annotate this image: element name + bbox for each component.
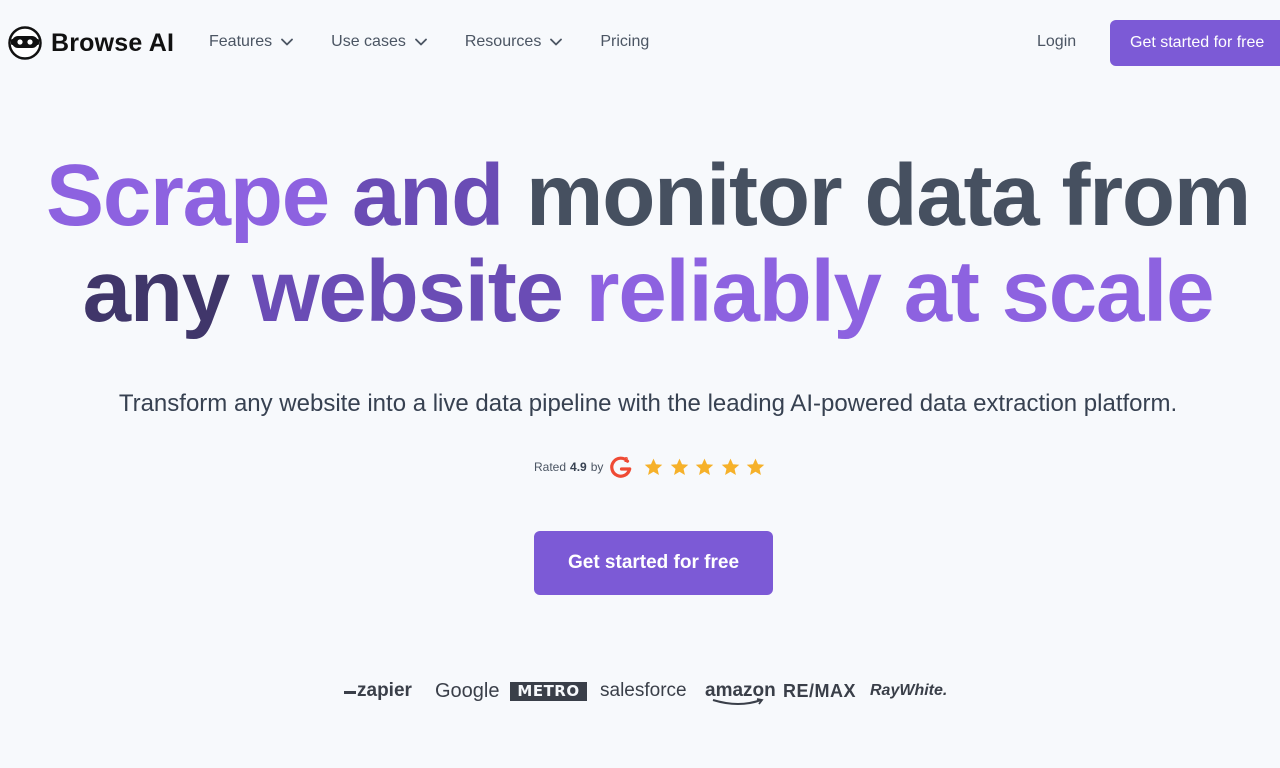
google-logo: Google [435, 680, 500, 702]
chevron-down-icon [281, 38, 294, 46]
login-link[interactable]: Login [1037, 33, 1076, 51]
nav-item-features[interactable]: Features [209, 33, 294, 51]
headline-word: any [82, 243, 231, 340]
rating-suffix: by [590, 460, 604, 474]
star-icon [670, 458, 689, 475]
rating-prefix: Rated [534, 460, 567, 474]
nav-item-resources[interactable]: Resources [464, 33, 563, 51]
nav-links: Features Use cases Resources Pricing [209, 33, 687, 51]
star-icon [696, 458, 714, 475]
brand-logo[interactable]: Browse AI [8, 26, 174, 60]
chevron-down-icon [414, 38, 427, 46]
star-icon [721, 458, 740, 475]
nav-item-use-cases[interactable]: Use cases [331, 33, 427, 51]
nav-item-label: Use cases [331, 33, 406, 50]
nav-item-pricing[interactable]: Pricing [600, 33, 649, 51]
salesforce-logo: salesforce [600, 680, 687, 701]
brand-name: Browse AI [51, 28, 175, 57]
remax-logo: RE/MAX [783, 681, 857, 701]
nav-item-label: Features [209, 33, 273, 50]
top-navigation: Browse AI Features Use cases Resources P… [0, 0, 1280, 86]
nav-item-label: Resources [464, 33, 542, 50]
amazon-smile-icon [712, 698, 764, 705]
headline-word: website [251, 243, 564, 340]
headline-word: monitor data from [526, 147, 1251, 244]
star-icon [645, 458, 663, 475]
zapier-logo: zapier [344, 676, 412, 706]
rating-badge: Rated 4.9 by 2 [534, 452, 771, 482]
nav-item-label: Pricing [600, 33, 650, 50]
headline-word: and [351, 147, 504, 244]
rating-stars [643, 457, 771, 478]
headline-word: reliably at scale [585, 243, 1215, 340]
nav-get-started-button[interactable]: Get started for free [1110, 20, 1280, 66]
rating-score: 4.9 [570, 460, 587, 474]
headline-line-2: any website reliably at scale [0, 244, 1280, 340]
star-icon [747, 458, 765, 475]
robot-logo-icon [8, 26, 42, 60]
g2-logo-icon: 2 [610, 456, 632, 478]
metro-logo: METRO [510, 682, 587, 701]
chevron-down-icon [550, 38, 563, 46]
svg-text:2: 2 [625, 457, 629, 464]
hero-subtitle: Transform any website into a live data p… [118, 390, 1178, 417]
headline-word: Scrape [46, 147, 330, 244]
hero-headline: Scrape and monitor data from any website… [0, 148, 1280, 340]
hero-get-started-button[interactable]: Get started for free [534, 531, 773, 595]
amazon-logo: amazon [705, 676, 776, 706]
headline-line-1: Scrape and monitor data from [0, 148, 1280, 244]
raywhite-logo: RayWhite. [870, 682, 948, 699]
